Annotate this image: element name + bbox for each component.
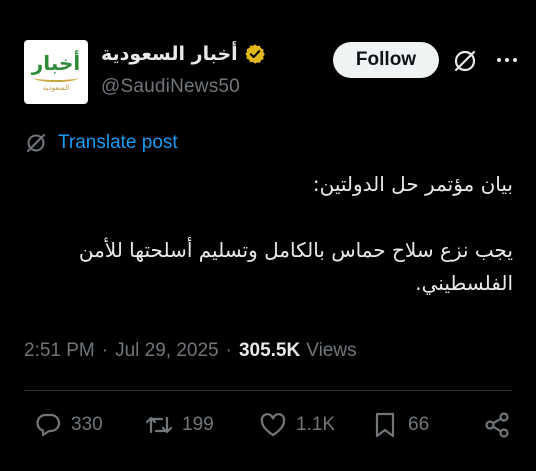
repost-button[interactable]: 199 (144, 410, 214, 440)
avatar-logo-subtext: السعودية (42, 83, 70, 92)
verified-badge-icon[interactable] (244, 43, 266, 65)
avatar-logo-text: أخبار (31, 50, 81, 75)
bookmark-count: 66 (408, 414, 430, 435)
reply-icon (36, 413, 61, 437)
reply-button[interactable]: 330 (33, 410, 103, 440)
avatar-logo-swoosh (34, 74, 78, 82)
divider (24, 390, 512, 391)
post-actions-bar: 330 199 1.1K 66 (0, 410, 536, 450)
bookmark-button[interactable]: 66 (370, 410, 429, 440)
display-name[interactable]: أخبار السعودية (101, 43, 238, 65)
views-label: Views (306, 340, 357, 361)
account-handle[interactable]: @SaudiNews50 (101, 76, 240, 98)
translate-post[interactable]: Translate post (24, 131, 178, 155)
post-metadata: 2:51 PM · Jul 29, 2025 · 305.5K Views (24, 340, 357, 362)
author-name-row: أخبار السعودية (101, 43, 266, 65)
reply-count: 330 (71, 414, 103, 435)
post-text: بيان مؤتمر حل الدولتين: يجب نزع سلاح حما… (78, 172, 513, 295)
post-date[interactable]: Jul 29, 2025 (115, 340, 219, 362)
bookmark-icon (375, 412, 395, 438)
repost-icon (145, 416, 173, 434)
views-count[interactable]: 305.5K (239, 340, 300, 362)
follow-button[interactable]: Follow (333, 42, 439, 78)
more-icon[interactable] (495, 50, 519, 70)
grok-icon[interactable] (450, 46, 480, 76)
post-time[interactable]: 2:51 PM (24, 340, 95, 362)
translate-post-label[interactable]: Translate post (58, 132, 178, 154)
like-icon (260, 413, 286, 437)
like-count: 1.1K (296, 414, 336, 435)
meta-separator: · (225, 340, 232, 361)
avatar[interactable]: أخبار السعودية (24, 40, 88, 104)
like-button[interactable]: 1.1K (258, 410, 335, 440)
repost-count: 199 (182, 414, 214, 435)
meta-separator: · (101, 340, 109, 361)
share-icon (485, 412, 509, 438)
share-button[interactable] (482, 410, 512, 440)
translate-icon (27, 134, 45, 152)
